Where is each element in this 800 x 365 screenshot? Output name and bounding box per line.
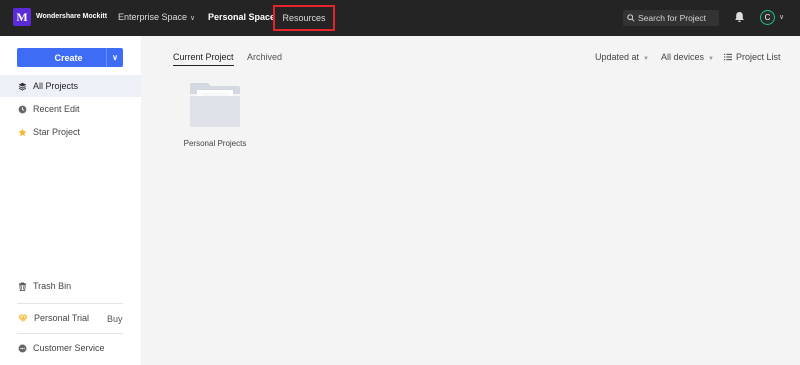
bell-icon[interactable]	[734, 11, 745, 23]
folder-icon[interactable]	[188, 82, 242, 128]
create-button[interactable]: Create ∨	[17, 48, 123, 67]
layers-icon	[18, 82, 27, 91]
sidebar-divider	[17, 303, 123, 304]
sidebar-item-recent-edit[interactable]: Recent Edit	[0, 98, 141, 120]
avatar-initial: C	[764, 13, 771, 22]
tab-current-project[interactable]: Current Project	[173, 52, 234, 66]
sidebar-item-label: Star Project	[33, 127, 81, 137]
buy-link[interactable]: Buy	[107, 314, 123, 324]
search-input[interactable]: Search for Project	[623, 10, 719, 26]
tab-archived[interactable]: Archived	[247, 52, 282, 62]
devices-label: All devices	[661, 52, 705, 62]
search-placeholder: Search for Project	[638, 13, 707, 23]
sidebar: Create ∨ All Projects Recent Edit Star P…	[0, 36, 141, 365]
folder-label[interactable]: Personal Projects	[173, 139, 257, 148]
create-label: Create	[54, 52, 83, 63]
sidebar-item-star-project[interactable]: Star Project	[0, 121, 141, 143]
top-bar: M Wondershare Mockitt Enterprise Space ∨ …	[0, 0, 800, 36]
logo-letter: M	[16, 9, 28, 24]
chevron-down-icon[interactable]: ∨	[107, 53, 123, 62]
sidebar-item-customer-service[interactable]: Customer Service	[0, 337, 141, 359]
list-icon	[724, 53, 732, 61]
caret-down-icon: ▼	[708, 56, 714, 62]
project-list-label: Project List	[736, 52, 781, 62]
sidebar-item-label: Customer Service	[33, 343, 105, 353]
clock-icon	[18, 105, 27, 113]
sidebar-item-label: Trash Bin	[33, 281, 72, 291]
mockitt-logo[interactable]: M	[13, 8, 31, 26]
nav-enterprise-space[interactable]: Enterprise Space ∨	[118, 12, 195, 22]
search-icon	[627, 14, 635, 22]
chevron-down-icon: ∨	[190, 15, 196, 22]
brand-name[interactable]: Wondershare Mockitt	[36, 13, 107, 20]
diamond-icon	[18, 313, 28, 323]
chevron-down-icon[interactable]: ∨	[779, 13, 784, 21]
nav-enterprise-label: Enterprise Space	[118, 12, 188, 22]
avatar[interactable]: C	[760, 10, 775, 25]
nav-personal-space[interactable]: Personal Space	[208, 12, 275, 22]
star-icon	[18, 127, 27, 136]
sidebar-divider	[17, 333, 123, 334]
sidebar-item-label: Recent Edit	[33, 104, 80, 114]
project-list-view-toggle[interactable]: Project List	[724, 52, 781, 62]
sidebar-item-all-projects[interactable]: All Projects	[0, 75, 141, 97]
chat-icon	[18, 344, 27, 352]
caret-down-icon: ▼	[643, 56, 649, 62]
nav-resources[interactable]: Resources	[273, 5, 335, 31]
sidebar-item-label: All Projects	[33, 81, 79, 91]
sort-label: Updated at	[595, 52, 640, 62]
devices-dropdown[interactable]: All devices ▼	[661, 52, 714, 62]
sidebar-item-trash-bin[interactable]: Trash Bin	[0, 275, 141, 297]
sort-dropdown[interactable]: Updated at ▼	[595, 52, 649, 62]
sidebar-item-label: Personal Trial	[34, 313, 90, 323]
trash-icon	[18, 281, 27, 291]
nav-resources-label: Resources	[282, 13, 326, 23]
